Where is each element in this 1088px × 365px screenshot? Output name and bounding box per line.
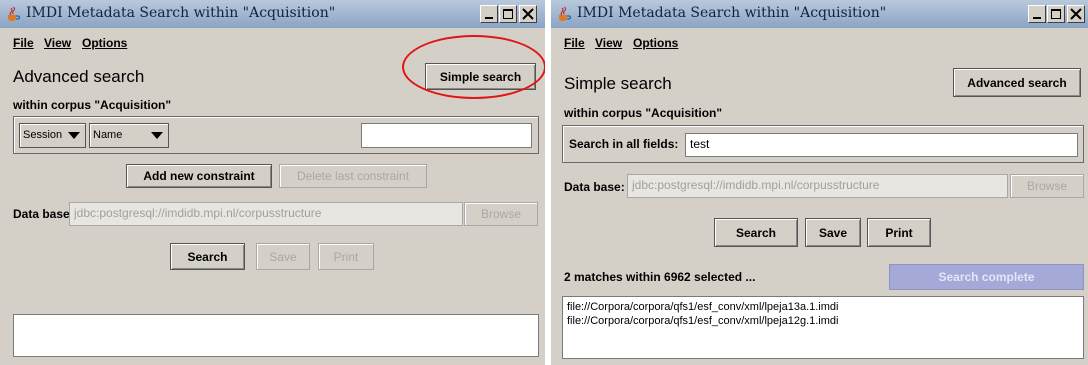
page-title: Advanced search (13, 67, 145, 86)
print-button[interactable]: Print (867, 218, 931, 247)
corpus-label: within corpus "Acquisition" (13, 98, 172, 112)
maximize-button[interactable] (1047, 5, 1065, 23)
menu-view[interactable]: View (595, 36, 622, 50)
search-all-input[interactable]: test (685, 133, 1078, 157)
minimize-icon (1033, 17, 1041, 19)
page-title: Simple search (564, 74, 672, 93)
search-button[interactable]: Search (714, 218, 798, 247)
close-icon (1070, 8, 1082, 20)
minimize-icon (485, 17, 493, 19)
java-cup-icon (559, 6, 572, 21)
maximize-icon (1051, 9, 1061, 19)
results-list[interactable]: file://Corpora/corpora/qfs1/esf_conv/xml… (562, 296, 1084, 359)
menu-options[interactable]: Options (633, 36, 678, 50)
menu-options[interactable]: Options (82, 36, 127, 50)
chevron-down-icon (68, 132, 80, 139)
list-item[interactable]: file://Corpora/corpora/qfs1/esf_conv/xml… (567, 300, 1079, 314)
search-progress-bar: Search complete (889, 264, 1084, 290)
corpus-label: within corpus "Acquisition" (564, 106, 723, 120)
maximize-button[interactable] (499, 5, 517, 23)
save-button[interactable]: Save (805, 218, 861, 247)
save-button[interactable]: Save (256, 243, 310, 270)
menu-file[interactable]: File (13, 36, 34, 50)
print-button[interactable]: Print (318, 243, 374, 270)
menu-view[interactable]: View (44, 36, 71, 50)
field-select[interactable]: Name (89, 123, 169, 148)
close-button[interactable] (1067, 5, 1085, 23)
database-label: Data base: (564, 180, 625, 194)
field-select-value: Name (93, 129, 123, 141)
delete-constraint-button[interactable]: Delete last constraint (279, 164, 427, 188)
window-title: IMDI Metadata Search within "Acquisition… (26, 5, 336, 21)
constraint-panel: Session Name (13, 116, 539, 154)
java-cup-icon (8, 6, 21, 21)
browse-button[interactable]: Browse (1010, 174, 1084, 198)
highlight-ellipse (402, 35, 545, 99)
status-text: 2 matches within 6962 selected ... (564, 270, 756, 284)
minimize-button[interactable] (1028, 5, 1046, 23)
close-icon (522, 8, 534, 20)
right-menubar: File View Options (551, 36, 1088, 54)
constraint-value-input[interactable] (361, 123, 532, 148)
category-select-value: Session (23, 129, 63, 141)
list-item[interactable]: file://Corpora/corpora/qfs1/esf_conv/xml… (567, 314, 1079, 328)
window-title: IMDI Metadata Search within "Acquisition… (577, 5, 887, 21)
search-all-label: Search in all fields: (569, 137, 679, 151)
left-window: IMDI Metadata Search within "Acquisition… (0, 0, 545, 365)
search-button[interactable]: Search (170, 243, 245, 270)
browse-button[interactable]: Browse (464, 202, 538, 226)
category-select[interactable]: Session (19, 123, 86, 148)
close-button[interactable] (519, 5, 537, 23)
advanced-search-button[interactable]: Advanced search (953, 68, 1081, 97)
minimize-button[interactable] (480, 5, 498, 23)
left-titlebar[interactable]: IMDI Metadata Search within "Acquisition… (0, 0, 545, 28)
database-input[interactable]: jdbc:postgresql://imdidb.mpi.nl/corpusst… (627, 174, 1008, 198)
maximize-icon (503, 9, 513, 19)
results-list[interactable] (13, 314, 539, 357)
add-constraint-button[interactable]: Add new constraint (126, 164, 272, 188)
right-titlebar[interactable]: IMDI Metadata Search within "Acquisition… (551, 0, 1088, 28)
chevron-down-icon (151, 132, 163, 139)
right-window: IMDI Metadata Search within "Acquisition… (551, 0, 1088, 365)
database-label: Data base: (13, 207, 74, 221)
simple-search-panel: Search in all fields: test (562, 125, 1084, 163)
database-input[interactable]: jdbc:postgresql://imdidb.mpi.nl/corpusst… (69, 202, 463, 226)
menu-file[interactable]: File (564, 36, 585, 50)
